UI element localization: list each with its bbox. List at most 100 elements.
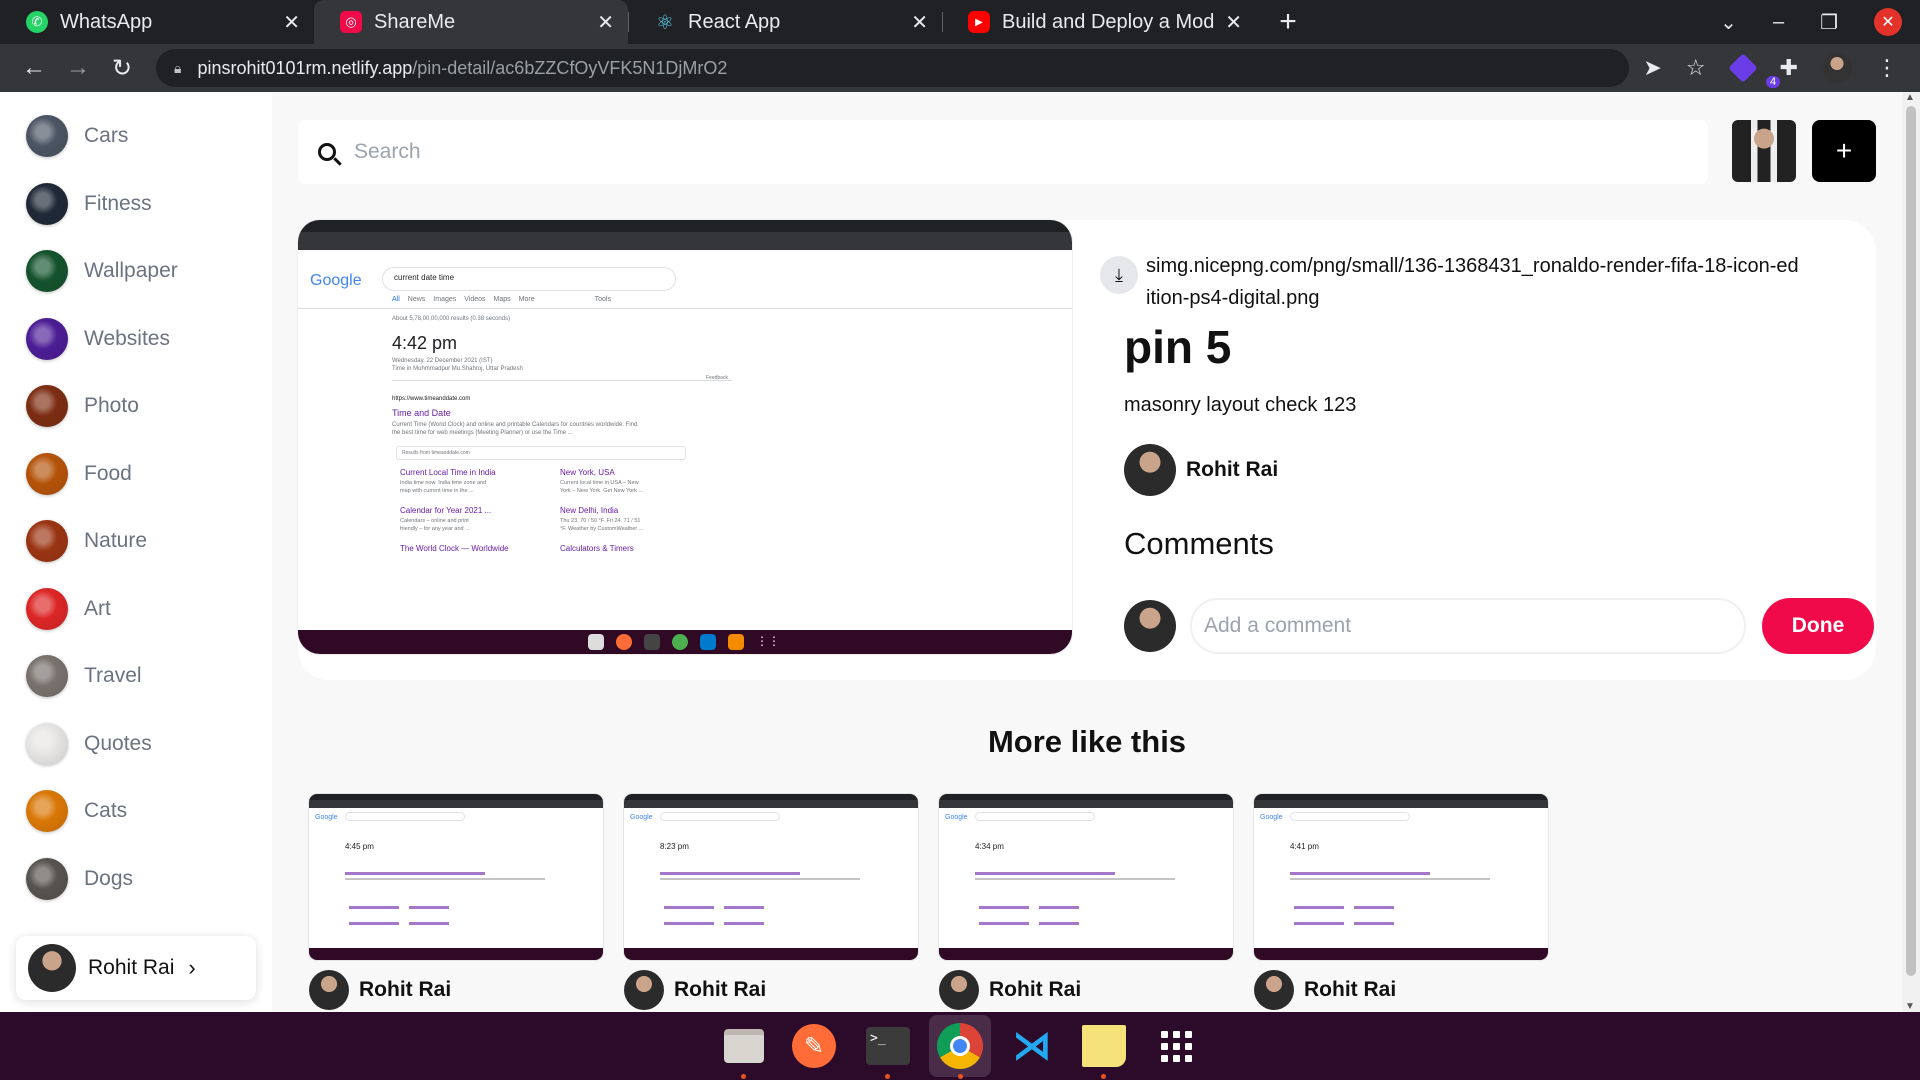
send-icon[interactable]: ➤ [1643, 55, 1661, 81]
scroll-up-icon[interactable]: ▲ [1905, 92, 1915, 103]
chrome-icon[interactable] [929, 1015, 991, 1077]
date-line: Wednesday, 22 December 2021 (IST) [392, 358, 493, 364]
terminal-icon[interactable]: >_ [862, 1020, 914, 1072]
comment-input[interactable]: Add a comment [1190, 598, 1746, 654]
category-thumbnail [26, 655, 68, 697]
chevron-right-icon: › [188, 955, 196, 980]
google-tab: Maps [493, 296, 511, 303]
sidebar-category-quotes[interactable]: Quotes [26, 722, 152, 766]
mini-google-page: Google 8:23 pm [624, 808, 918, 948]
profile-avatar[interactable] [1822, 53, 1852, 83]
sidebar-user-profile[interactable]: Rohit Rai › [16, 936, 256, 1000]
scrollbar-thumb[interactable] [1906, 106, 1916, 976]
extension-icon[interactable] [1727, 53, 1758, 83]
window-controls: ⌄ – ❐ ✕ [1720, 0, 1920, 44]
vscode-icon [700, 634, 716, 650]
sitelink-bar [349, 922, 399, 925]
close-tab-icon[interactable]: ✕ [911, 10, 928, 35]
sidebar-category-wallpaper[interactable]: Wallpaper [26, 249, 178, 293]
related-pin-card[interactable]: Google 4:41 pm Rohit Rai [1254, 794, 1548, 1010]
close-tab-icon[interactable]: ✕ [283, 10, 300, 35]
sidebar-category-art[interactable]: Art [26, 587, 111, 631]
close-tab-icon[interactable]: ✕ [597, 10, 614, 35]
minimize-icon[interactable]: – [1773, 11, 1784, 34]
tab-youtube[interactable]: ▶ Build and Deploy a Modern ✕ [942, 0, 1256, 44]
mini-google-page: Google 4:45 pm [309, 808, 603, 948]
scroll-down-icon[interactable]: ▼ [1905, 1001, 1915, 1012]
postman-icon [616, 634, 632, 650]
tab-shareme[interactable]: ◎ ShareMe ✕ [314, 0, 628, 44]
address-bar[interactable]: 🔒︎ pinsrohit0101rm.netlify.app/pin-detai… [156, 49, 1630, 87]
back-icon[interactable]: ← [14, 48, 54, 88]
reload-icon[interactable]: ↻ [102, 48, 142, 88]
mini-tab-strip [298, 220, 1072, 232]
vscode-icon[interactable]: ⋊ [1006, 1020, 1058, 1072]
search-input[interactable]: Search [354, 140, 421, 164]
youtube-icon: ▶ [968, 11, 990, 33]
sidebar-category-dogs[interactable]: Dogs [26, 857, 133, 901]
sidebar-category-websites[interactable]: Websites [26, 317, 170, 361]
result-url: https://www.timeanddate.com [392, 396, 471, 402]
sidebar-category-cars[interactable]: Cars [26, 114, 128, 158]
close-window-icon[interactable]: ✕ [1874, 8, 1902, 36]
close-tab-icon[interactable]: ✕ [1225, 10, 1242, 35]
tab-react-app[interactable]: ⚛ React App ✕ [628, 0, 942, 44]
sidebar-category-food[interactable]: Food [26, 452, 132, 496]
sidebar-category-cats[interactable]: Cats [26, 789, 127, 833]
related-pin-card[interactable]: Google 4:45 pm Rohit Rai [309, 794, 603, 1010]
new-tab-button[interactable]: + [1266, 0, 1310, 44]
destination-link[interactable]: simg.nicepng.com/png/small/136-1368431_r… [1146, 250, 1800, 314]
related-pin-author[interactable]: Rohit Rai [939, 970, 1233, 1010]
tab-search-icon[interactable]: ⌄ [1720, 10, 1737, 35]
app-grid-icon: ⋮⋮ [756, 634, 780, 648]
files-icon[interactable] [718, 1020, 770, 1072]
extensions-puzzle-icon[interactable]: ✚ [1780, 55, 1798, 81]
forward-icon[interactable]: → [58, 48, 98, 88]
restore-icon[interactable]: ❐ [1820, 10, 1838, 35]
avatar [1124, 600, 1176, 652]
related-pin-author[interactable]: Rohit Rai [309, 970, 603, 1010]
related-pin-author[interactable]: Rohit Rai [1254, 970, 1548, 1010]
done-button[interactable]: Done [1762, 598, 1874, 654]
user-profile-thumbnail[interactable] [1732, 120, 1796, 182]
related-pin-author[interactable]: Rohit Rai [624, 970, 918, 1010]
related-pin-image[interactable]: Google 4:41 pm [1254, 794, 1548, 960]
sitelink-bar [349, 906, 399, 909]
lock-icon[interactable]: 🔒︎ [174, 60, 181, 77]
sitelink-bar [979, 922, 1029, 925]
related-pin-image[interactable]: Google 4:45 pm [309, 794, 603, 960]
bookmark-star-icon[interactable]: ☆ [1686, 55, 1706, 81]
postman-icon[interactable]: ✎ [788, 1020, 840, 1072]
related-pin-image[interactable]: Google 8:23 pm [624, 794, 918, 960]
related-pin-card[interactable]: Google 8:23 pm Rohit Rai [624, 794, 918, 1010]
google-tab: All [392, 296, 400, 303]
url-host: pinsrohit0101rm.netlify.app [197, 57, 413, 78]
category-label: Photo [84, 394, 139, 417]
google-search-box [1290, 812, 1410, 821]
google-tab: News [407, 296, 426, 303]
category-label: Quotes [84, 731, 152, 755]
related-pin-card[interactable]: Google 4:34 pm Rohit Rai [939, 794, 1233, 1010]
sitelink-desc: York – New York. Get New York ... [560, 488, 643, 494]
category-label: Fitness [84, 191, 152, 215]
tab-whatsapp[interactable]: ✆ WhatsApp ✕ [0, 0, 314, 44]
menu-icon[interactable]: ⋮ [1876, 55, 1898, 81]
download-icon[interactable]: ⤓ [1100, 256, 1138, 294]
related-pin-image[interactable]: Google 4:34 pm [939, 794, 1233, 960]
search-bar[interactable]: Search [298, 120, 1708, 184]
sidebar-category-travel[interactable]: Travel [26, 654, 142, 698]
avatar [309, 970, 349, 1010]
terminal-icon [644, 634, 660, 650]
posted-by[interactable]: Rohit Rai [1124, 444, 1278, 496]
sidebar-category-photo[interactable]: Photo [26, 384, 139, 428]
sidebar-category-nature[interactable]: Nature [26, 519, 147, 563]
app-grid-icon[interactable] [1150, 1020, 1202, 1072]
mini-address-bar [1254, 800, 1548, 808]
sidebar-category-fitness[interactable]: Fitness [26, 182, 152, 226]
author-name: Rohit Rai [1304, 978, 1397, 1001]
sticky-notes-icon[interactable] [1078, 1020, 1130, 1072]
create-pin-button[interactable]: + [1812, 120, 1876, 182]
chrome-icon [672, 634, 688, 650]
browser-toolbar: ← → ↻ 🔒︎ pinsrohit0101rm.netlify.app/pin… [0, 44, 1920, 92]
scrollbar[interactable]: ▲ ▼ [1902, 92, 1920, 1012]
